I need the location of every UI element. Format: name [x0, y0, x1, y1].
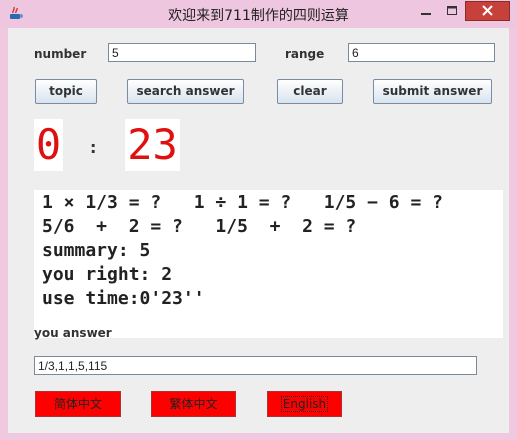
summary-text: summary: 5	[42, 240, 151, 261]
clear-button[interactable]: clear	[277, 79, 343, 104]
traditional-chinese-button[interactable]: 繁体中文	[151, 391, 236, 417]
search-answer-button[interactable]: search answer	[127, 79, 244, 104]
maximize-icon	[447, 6, 457, 15]
questions-line-1: 1 × 1/3 = ? 1 ÷ 1 = ? 1/5 − 6 = ?	[42, 192, 443, 213]
right-count-text: you right: 2	[42, 264, 173, 285]
range-input[interactable]	[348, 43, 495, 62]
simplified-chinese-label: 简体中文	[53, 397, 102, 411]
questions-line-2: 5/6 + 2 = ? 1/5 + 2 = ?	[42, 216, 357, 237]
title-bar: 欢迎来到711制作的四则运算	[0, 0, 517, 28]
use-time-text: use time:0'23''	[42, 288, 205, 309]
number-label: number	[34, 47, 87, 61]
close-icon	[482, 5, 493, 16]
english-label: English	[280, 396, 329, 412]
main-panel: number range topic search answer clear s…	[8, 28, 509, 433]
minimize-icon	[421, 13, 431, 15]
close-button[interactable]	[465, 1, 510, 21]
traditional-chinese-label: 繁体中文	[169, 397, 218, 411]
number-input[interactable]	[108, 43, 256, 62]
submit-answer-button[interactable]: submit answer	[373, 79, 492, 104]
maximize-button[interactable]	[439, 1, 465, 21]
timer-minutes: 0	[34, 119, 63, 171]
simplified-chinese-button[interactable]: 简体中文	[35, 391, 121, 417]
result-panel: 1 × 1/3 = ? 1 ÷ 1 = ? 1/5 − 6 = ? 5/6 + …	[34, 190, 503, 338]
answer-label: you answer	[34, 326, 112, 340]
topic-button[interactable]: topic	[35, 79, 97, 104]
minimize-button[interactable]	[413, 1, 439, 21]
english-button[interactable]: English	[267, 391, 342, 417]
answer-input[interactable]	[34, 356, 477, 375]
range-label: range	[285, 47, 325, 61]
timer-seconds: 23	[125, 119, 180, 171]
timer-separator: :	[90, 138, 97, 157]
